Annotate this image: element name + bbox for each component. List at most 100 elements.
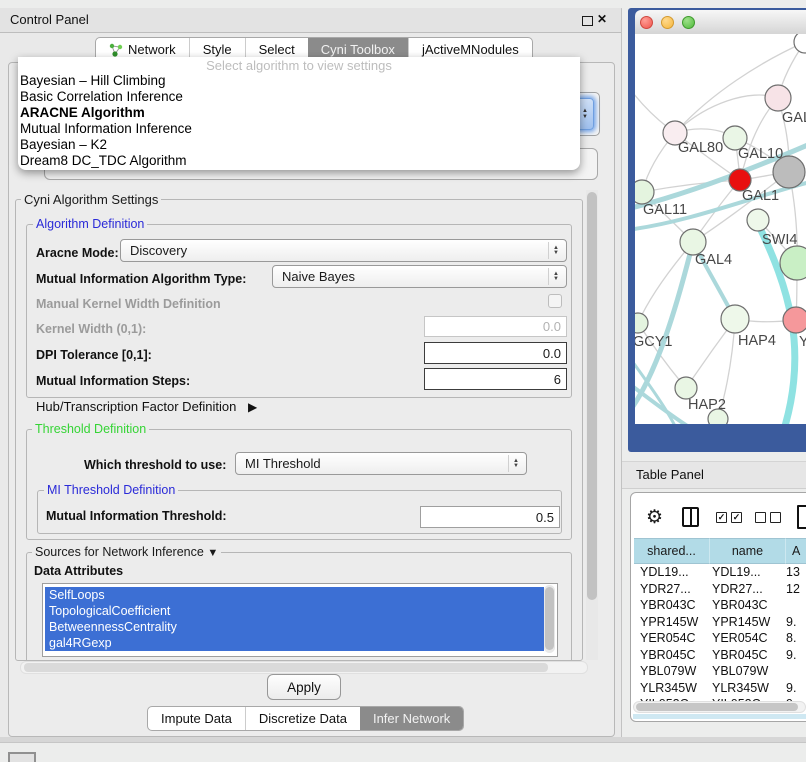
mi-steps-label: Mutual Information Steps: [36, 374, 190, 388]
cyni-bottom-tabbar: Impute Data Discretize Data Infer Networ… [147, 706, 464, 731]
close-icon[interactable]: ✕ [597, 12, 607, 26]
table-panel-title: Table Panel [636, 467, 704, 482]
window-bottom-edge [0, 737, 806, 743]
tab-impute-data[interactable]: Impute Data [148, 707, 245, 730]
list-item[interactable]: SelfLoops [45, 587, 544, 603]
manual-kernel-width-label: Manual Kernel Width Definition [36, 297, 221, 311]
combo-arrows-icon: ▲▼ [548, 268, 563, 285]
data-attributes-list: SelfLoops TopologicalCoefficient Between… [42, 583, 558, 657]
table-row[interactable]: YBR045C YBR045C 9. [634, 647, 806, 664]
mi-threshold-label: Mutual Information Threshold: [46, 509, 227, 523]
node-hap4[interactable] [721, 305, 749, 333]
dpi-tolerance-field[interactable]: 0.0 [424, 342, 567, 364]
list-scrollbar-thumb[interactable] [545, 587, 554, 650]
node-label: GAL80 [678, 140, 723, 156]
kernel-width-field: 0.0 [424, 316, 567, 337]
node-gal11[interactable] [635, 180, 654, 204]
node-hap2[interactable] [675, 377, 697, 399]
minimize-traffic-light-icon[interactable] [661, 16, 674, 29]
columns-icon[interactable] [682, 507, 699, 527]
mi-threshold-group-title: MI Threshold Definition [44, 483, 178, 497]
aracne-mode-label: Aracne Mode: [36, 246, 119, 260]
kernel-width-label: Kernel Width (0,1): [36, 322, 146, 336]
node-label: GAL1 [742, 188, 779, 204]
dropdown-prompt: Select algorithm to view settings [18, 58, 580, 73]
control-panel-title: Control Panel [10, 12, 89, 27]
node-gal[interactable] [765, 85, 791, 111]
app-root: Control Panel ✕ Network Style Select Cyn… [0, 0, 806, 762]
column-header-partial[interactable]: A [786, 538, 806, 564]
which-threshold-label: Which threshold to use: [84, 458, 226, 472]
table-body: YDL19... YDL19... 13 YDR27... YDR27... 1… [634, 564, 806, 713]
network-graph: GAL GAL80 GAL10 GAL1 GAL11 GAL4 SWI4 GCY… [635, 34, 806, 424]
corner-widget-partial[interactable] [8, 752, 36, 762]
column-header-name[interactable]: name [710, 538, 786, 564]
node-y[interactable] [783, 307, 806, 333]
node-unlabeled[interactable] [794, 34, 806, 53]
table-bottom-strip [633, 714, 806, 719]
node-label: GAL11 [643, 202, 687, 218]
settings-hscrollbar-thumb[interactable] [24, 663, 548, 672]
table-row[interactable]: YDL19... YDL19... 13 [634, 564, 806, 581]
list-item[interactable]: gal4RGexp [45, 635, 544, 651]
node-label: GAL10 [738, 146, 783, 162]
node-label: GCY1 [635, 334, 673, 350]
node-label: GAL [782, 110, 806, 126]
zoom-traffic-light-icon[interactable] [682, 16, 695, 29]
deselect-all-icon[interactable] [755, 512, 766, 523]
node-swi4[interactable] [747, 209, 769, 231]
data-attributes-label: Data Attributes [34, 564, 123, 578]
mi-algorithm-type-combobox[interactable]: Naive Bayes ▲▼ [272, 265, 567, 288]
algorithm-dropdown-popup: Select algorithm to view settings Bayesi… [18, 57, 580, 170]
table-row[interactable]: YBR043C YBR043C [634, 597, 806, 614]
select-all-icon[interactable]: ✓ [731, 512, 742, 523]
hub-definition-expander[interactable]: Hub/Transcription Factor Definition ▶ [36, 399, 257, 414]
dropdown-item[interactable]: Mutual Information Inference [20, 121, 560, 137]
network-nodes [635, 34, 806, 424]
network-icon [109, 43, 123, 57]
aracne-mode-combobox[interactable]: Discovery ▲▼ [120, 239, 567, 262]
apply-button[interactable]: Apply [267, 674, 341, 700]
control-panel-titlebar [0, 8, 621, 33]
node-biggreen[interactable] [780, 246, 806, 280]
which-threshold-combobox[interactable]: MI Threshold ▲▼ [235, 452, 527, 475]
node-label: SWI4 [762, 232, 797, 248]
cyni-algorithm-settings-title: Cyni Algorithm Settings [21, 192, 161, 207]
node-gcy1[interactable] [635, 313, 648, 333]
node-label: GAL4 [695, 252, 732, 268]
tab-discretize-data[interactable]: Discretize Data [245, 707, 360, 730]
dropdown-item[interactable]: Bayesian – Hill Climbing [20, 73, 560, 89]
deselect-all-icon[interactable] [770, 512, 781, 523]
close-traffic-light-icon[interactable] [640, 16, 653, 29]
table-row[interactable]: YLR345W YLR345W 9. [634, 680, 806, 697]
mi-steps-field[interactable]: 6 [424, 368, 567, 390]
dropdown-item[interactable]: Basic Correlation Inference [20, 89, 560, 105]
network-canvas[interactable]: GAL GAL80 GAL10 GAL1 GAL11 GAL4 SWI4 GCY… [635, 34, 806, 424]
mi-algorithm-type-label: Mutual Information Algorithm Type: [36, 272, 246, 286]
list-item[interactable]: TopologicalCoefficient [45, 603, 544, 619]
node-label: HAP4 [738, 333, 776, 349]
table-row[interactable]: YBL079W YBL079W [634, 663, 806, 680]
page-icon[interactable] [797, 505, 806, 529]
dropdown-item-selected[interactable]: ARACNE Algorithm [20, 105, 560, 121]
tab-network-label: Network [128, 42, 176, 57]
combo-arrows-icon: ▲▼ [508, 455, 523, 472]
expander-right-arrow-icon: ▶ [248, 400, 257, 414]
column-header-shared[interactable]: shared... [634, 538, 710, 564]
sources-group-title[interactable]: Sources for Network Inference ▼ [32, 545, 221, 559]
select-all-icon[interactable]: ✓ [716, 512, 727, 523]
mi-threshold-field[interactable]: 0.5 [420, 506, 560, 528]
table-row[interactable]: YER054C YER054C 8. [634, 630, 806, 647]
dpi-tolerance-label: DPI Tolerance [0,1]: [36, 348, 152, 362]
gear-icon[interactable]: ⚙ [646, 508, 663, 527]
dropdown-item[interactable]: Dream8 DC_TDC Algorithm [20, 153, 560, 169]
dropdown-item[interactable]: Bayesian – K2 [20, 137, 560, 153]
list-item[interactable]: BetweennessCentrality [45, 619, 544, 635]
settings-scrollbar-thumb[interactable] [587, 192, 597, 600]
float-window-icon[interactable] [582, 16, 593, 26]
table-row[interactable]: YDR27... YDR27... 12 [634, 581, 806, 598]
combo-arrows-icon: ▲▼ [548, 242, 563, 259]
tab-infer-network[interactable]: Infer Network [360, 707, 463, 730]
table-hscrollbar-thumb[interactable] [636, 703, 798, 711]
table-row[interactable]: YPR145W YPR145W 9. [634, 614, 806, 631]
